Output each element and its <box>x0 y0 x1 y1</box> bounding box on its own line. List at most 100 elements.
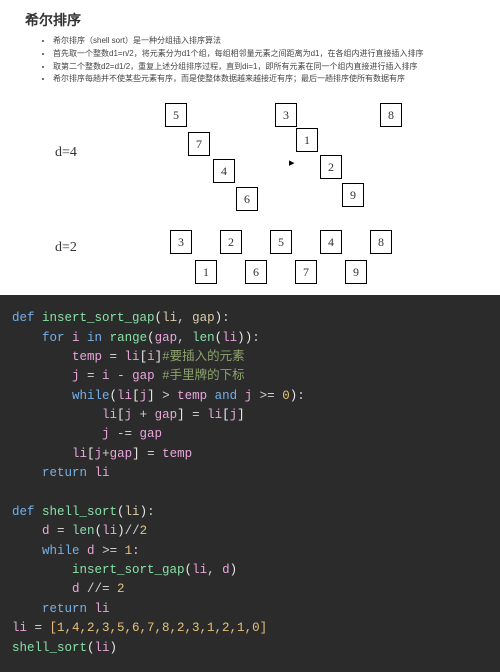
d4-label: d=4 <box>55 145 77 161</box>
kw-for: for <box>42 331 72 345</box>
num-box: 8 <box>380 103 402 127</box>
op: //= <box>80 582 118 596</box>
bracket: ] <box>147 389 155 403</box>
var: gap <box>140 427 163 441</box>
num-box: 3 <box>275 103 297 127</box>
bracket: [ <box>117 408 125 422</box>
comment: #手里牌的下标 <box>155 369 245 383</box>
kw-and: and <box>207 389 245 403</box>
bullet-item: 取第二个整数d2=d1/2，重复上述分组排序过程，直到di=1，即所有元素在同一… <box>53 61 480 74</box>
diagram-d2: d=2 3 2 5 4 8 1 6 7 9 <box>0 225 500 295</box>
paren: ) <box>230 563 238 577</box>
page-title: 希尔排序 <box>25 10 480 30</box>
fn-len: len <box>72 524 95 538</box>
num-box: 8 <box>370 230 392 254</box>
var: d <box>72 582 80 596</box>
op: >= <box>95 544 125 558</box>
op: -= <box>110 427 140 441</box>
bullet-item: 希尔排序（shell sort）是一种分组插入排序算法 <box>53 35 480 48</box>
num-box: 6 <box>236 187 258 211</box>
paren: ) <box>140 505 148 519</box>
var: li <box>102 524 117 538</box>
var: temp <box>72 350 102 364</box>
var: li <box>222 331 237 345</box>
paren: ( <box>110 389 118 403</box>
var: li <box>72 447 87 461</box>
var: li <box>102 408 117 422</box>
var: temp <box>162 447 192 461</box>
comma: , <box>177 311 192 325</box>
var: d <box>222 563 230 577</box>
var: li <box>95 466 110 480</box>
colon: : <box>297 389 305 403</box>
bracket: ] <box>177 408 185 422</box>
paren: ( <box>117 505 125 519</box>
num-box: 5 <box>270 230 292 254</box>
num: 1 <box>125 544 133 558</box>
num: 2 <box>140 524 148 538</box>
var: j <box>95 447 103 461</box>
var: li <box>95 641 110 655</box>
kw-def: def <box>12 505 42 519</box>
param: li <box>162 311 177 325</box>
op: >= <box>252 389 282 403</box>
param: gap <box>192 311 215 325</box>
op: = <box>27 621 50 635</box>
colon: : <box>222 311 230 325</box>
num-box: 1 <box>195 260 217 284</box>
num-box: 4 <box>320 230 342 254</box>
bracket: [ <box>132 389 140 403</box>
var: temp <box>177 389 207 403</box>
var: gap <box>155 331 178 345</box>
kw-while: while <box>72 389 110 403</box>
bullet-list: 希尔排序（shell sort）是一种分组插入排序算法 首先取一个整数d1=n/… <box>25 35 480 86</box>
op: = <box>185 408 208 422</box>
paren: ( <box>155 311 163 325</box>
kw-return: return <box>42 602 95 616</box>
num-box: 9 <box>345 260 367 284</box>
var: i <box>102 369 110 383</box>
op: + <box>102 447 110 461</box>
bracket: [ <box>140 350 148 364</box>
bracket: [ <box>222 408 230 422</box>
var: gap <box>132 369 155 383</box>
var: d <box>87 544 95 558</box>
num-box: 5 <box>165 103 187 127</box>
bracket: [ <box>87 447 95 461</box>
code-block: def insert_sort_gap(li, gap): for i in r… <box>0 295 500 672</box>
var: li <box>117 389 132 403</box>
paren: ( <box>185 563 193 577</box>
num-box: 4 <box>213 159 235 183</box>
var: li <box>192 563 207 577</box>
paren: ( <box>147 331 155 345</box>
bullet-item: 首先取一个整数d1=n/2，将元素分为d1个组，每组相邻量元素之间距离为d1，在… <box>53 48 480 61</box>
num-box: 3 <box>170 230 192 254</box>
list-literal: [1,4,2,3,5,6,7,8,2,3,1,2,1,0] <box>50 621 268 635</box>
fn-range: range <box>110 331 148 345</box>
comma: , <box>177 331 192 345</box>
var: i <box>72 331 80 345</box>
num-box: 9 <box>342 183 364 207</box>
var: gap <box>110 447 133 461</box>
param: li <box>125 505 140 519</box>
fn-len: len <box>192 331 215 345</box>
var: li <box>125 350 140 364</box>
var: j <box>102 427 110 441</box>
num-box: 7 <box>188 132 210 156</box>
comma: , <box>207 563 222 577</box>
op: + <box>132 408 155 422</box>
paren: ( <box>87 641 95 655</box>
bracket: ] <box>237 408 245 422</box>
cursor-icon: ▸ <box>289 156 295 169</box>
var: gap <box>155 408 178 422</box>
op: - <box>110 369 133 383</box>
colon: : <box>132 544 140 558</box>
kw-return: return <box>42 466 95 480</box>
bracket: ] <box>132 447 140 461</box>
kw-while: while <box>42 544 80 558</box>
var: j <box>72 369 80 383</box>
fn-name: shell_sort <box>42 505 117 519</box>
bullet-item: 希尔排序每趟并不使某些元素有序，而是使整体数据越来越接近有序；最后一趟排序使所有… <box>53 73 480 86</box>
colon: : <box>252 331 260 345</box>
kw-in: in <box>80 331 110 345</box>
